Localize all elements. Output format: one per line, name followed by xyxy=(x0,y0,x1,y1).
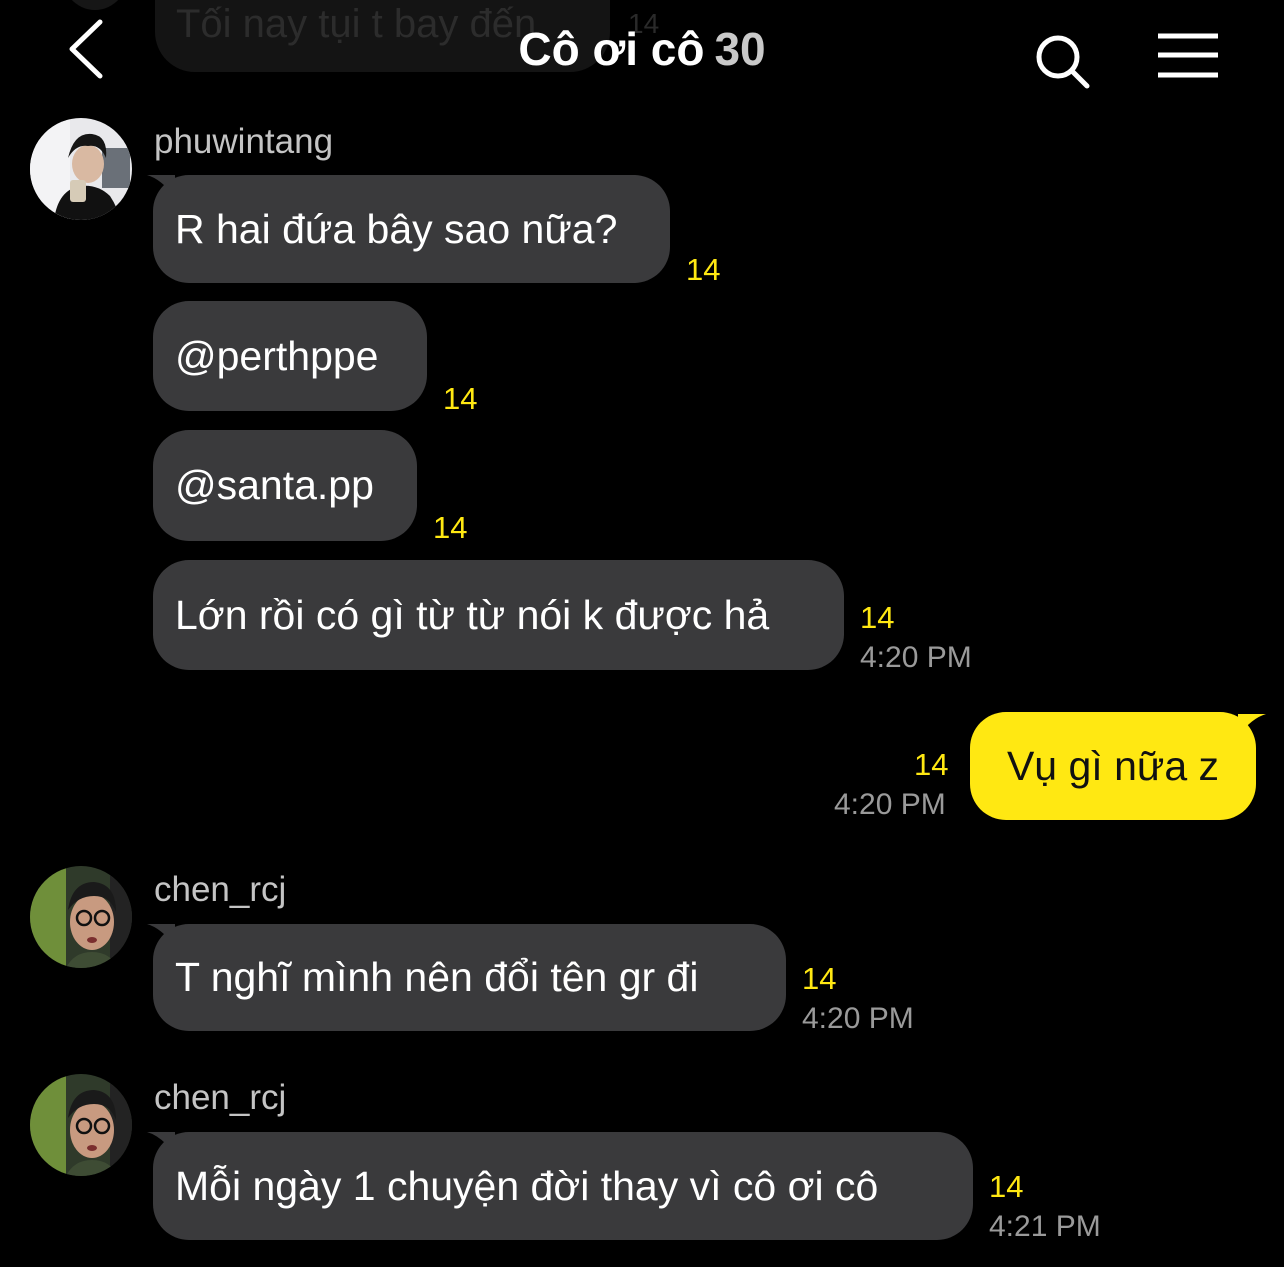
sender-name: chen_rcj xyxy=(154,870,287,909)
sender-name: chen_rcj xyxy=(154,1078,287,1117)
chat-name: Cô ơi cô xyxy=(518,23,705,75)
unread-count: 14 xyxy=(433,510,468,545)
message-time: 4:20 PM xyxy=(834,788,946,821)
my-message-bubble[interactable]: Vụ gì nữa z xyxy=(970,712,1256,820)
message-bubble[interactable]: Mỗi ngày 1 chuyện đời thay vì cô ơi cô xyxy=(153,1132,973,1240)
unread-count: 14 xyxy=(989,1169,1024,1204)
search-button[interactable] xyxy=(1030,30,1096,92)
member-count: 30 xyxy=(714,23,766,75)
message-bubble[interactable]: @perthppe xyxy=(153,301,427,411)
message-text: @perthppe xyxy=(175,332,379,379)
bubble-tail xyxy=(1238,714,1266,736)
avatar-chen-rcj[interactable] xyxy=(30,1074,132,1176)
previous-avatar xyxy=(60,0,130,10)
message-bubble[interactable]: T nghĩ mình nên đổi tên gr đi xyxy=(153,924,786,1031)
hamburger-menu-icon xyxy=(1158,33,1218,78)
message-text: Lớn rồi có gì từ từ nói k được hả xyxy=(175,591,770,638)
message-time: 4:20 PM xyxy=(860,641,972,674)
message-bubble[interactable]: Lớn rồi có gì từ từ nói k được hả xyxy=(153,560,844,670)
sender-name: phuwintang xyxy=(154,122,334,161)
unread-count: 14 xyxy=(443,381,478,416)
search-icon xyxy=(1036,35,1090,89)
unread-count: 14 xyxy=(914,747,949,782)
message-text: R hai đứa bây sao nữa? xyxy=(175,205,618,252)
avatar-phuwintang[interactable] xyxy=(30,118,132,220)
message-time: 4:20 PM xyxy=(802,1002,914,1035)
message-time: 4:21 PM xyxy=(989,1210,1101,1243)
unread-count: 14 xyxy=(686,252,721,287)
message-text: @santa.pp xyxy=(175,462,374,508)
message-bubble[interactable]: R hai đứa bây sao nữa? xyxy=(153,175,670,283)
message-text: Vụ gì nữa z xyxy=(1006,742,1220,789)
message-text: Mỗi ngày 1 chuyện đời thay vì cô ơi cô xyxy=(175,1162,879,1209)
chat-screen: Tối nay tụi t bay đến 14 Cô ơi cô 30 phu… xyxy=(0,0,1284,1267)
message-bubble[interactable]: @santa.pp xyxy=(153,430,417,541)
avatar-chen-rcj[interactable] xyxy=(30,866,132,968)
message-text: T nghĩ mình nên đổi tên gr đi xyxy=(175,954,699,1000)
unread-count: 14 xyxy=(802,961,837,996)
unread-count: 14 xyxy=(860,600,895,635)
menu-button[interactable] xyxy=(1156,32,1222,82)
